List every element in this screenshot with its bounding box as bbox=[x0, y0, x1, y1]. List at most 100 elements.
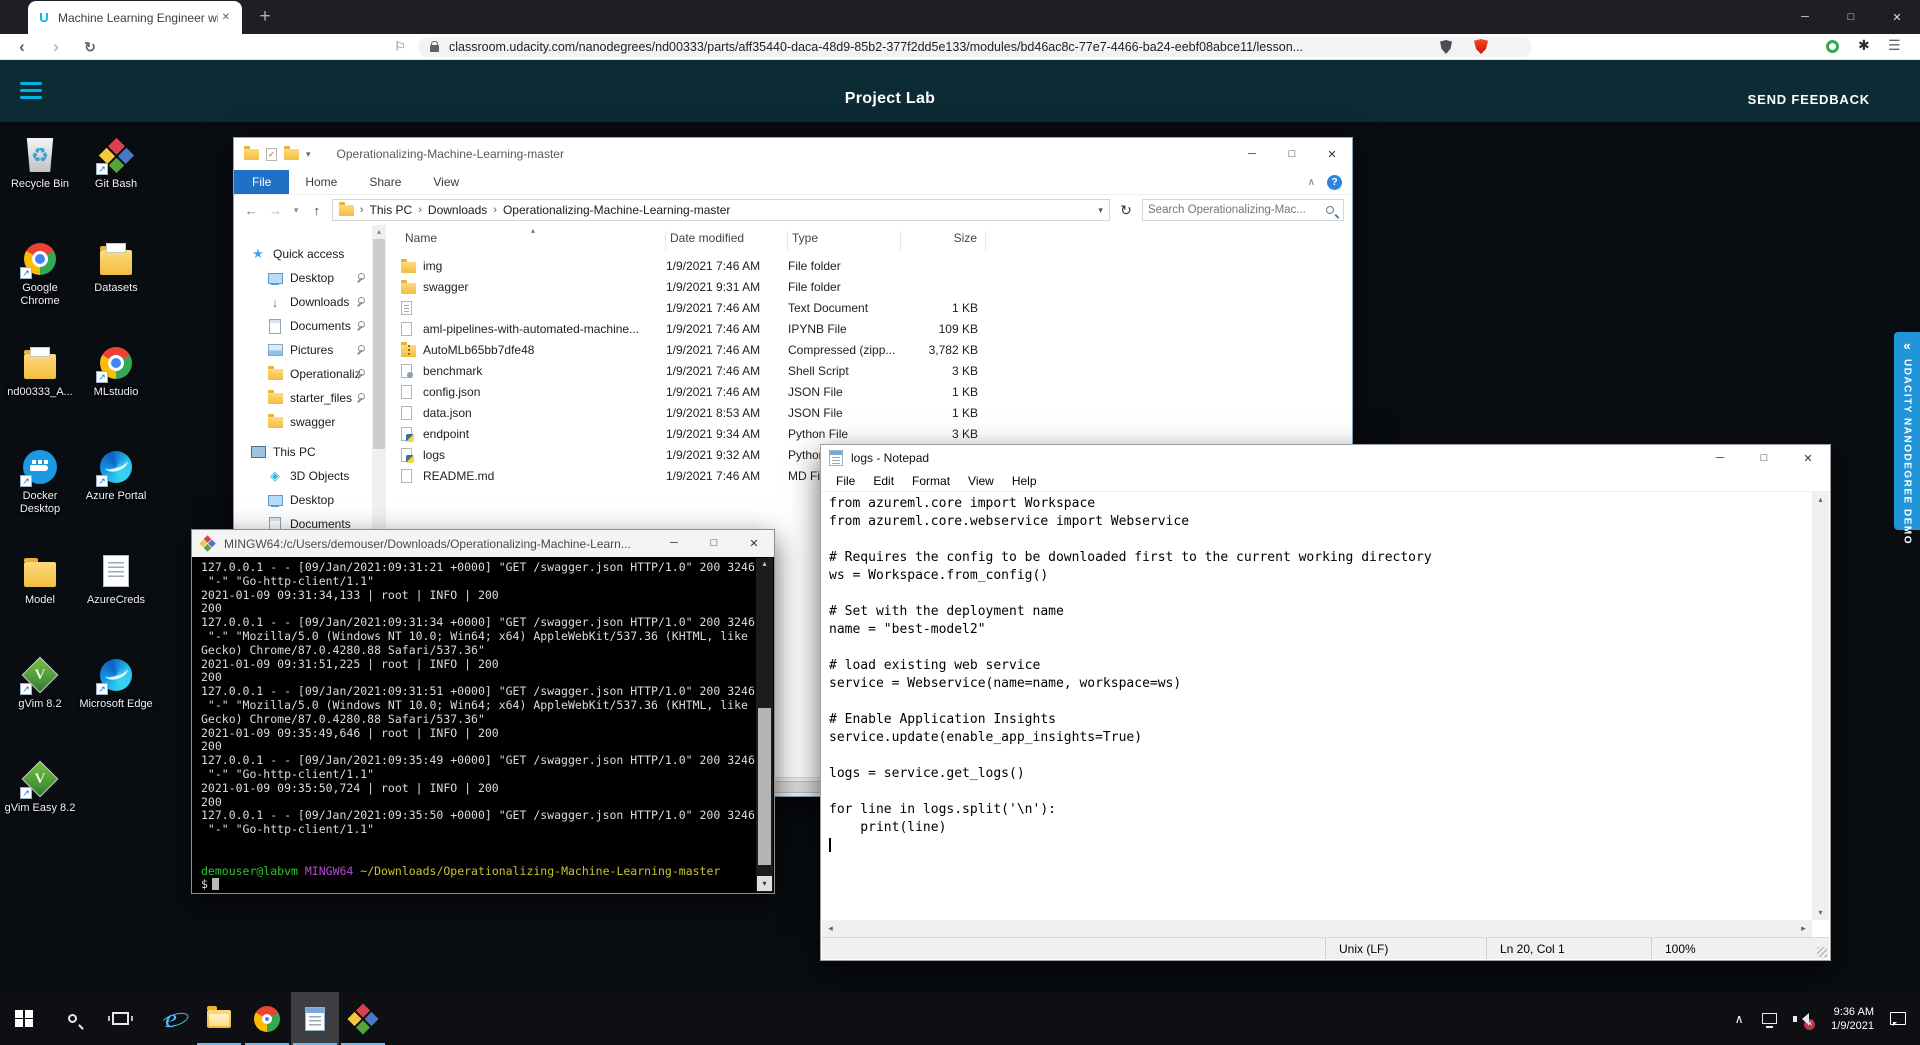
terminal-input-line[interactable]: $ bbox=[201, 877, 756, 891]
explorer-close-button[interactable]: ✕ bbox=[1312, 148, 1352, 161]
file-row-swagger[interactable]: swagger 1/9/2021 9:31 AM File folder bbox=[401, 276, 1352, 297]
menu-format[interactable]: Format bbox=[903, 474, 959, 488]
sidebar-item-documents[interactable]: Documents bbox=[234, 314, 372, 338]
menu-view[interactable]: View bbox=[959, 474, 1003, 488]
desktop-icon-gvim-easy[interactable]: V ↗ gVim Easy 8.2 bbox=[3, 759, 77, 815]
udacity-demo-side-tab[interactable]: « UDACITY NANODEGREE DEMO bbox=[1894, 332, 1920, 545]
properties-icon[interactable]: ✓ bbox=[266, 147, 277, 161]
browser-back-button[interactable]: ‹ bbox=[10, 34, 34, 60]
desktop-icon-azure-portal[interactable]: ↗ Azure Portal bbox=[79, 447, 153, 503]
browser-minimize-button[interactable]: ─ bbox=[1782, 0, 1828, 34]
column-header-type[interactable]: Type bbox=[788, 231, 901, 251]
file-row-text-document[interactable]: 1/9/2021 7:46 AM Text Document 1 KB bbox=[401, 297, 1352, 318]
scroll-up-icon[interactable]: ▴ bbox=[1812, 495, 1829, 504]
desktop-icon-datasets[interactable]: Datasets bbox=[79, 239, 153, 295]
taskbar-search-button[interactable] bbox=[48, 992, 96, 1045]
column-header-size[interactable]: Size bbox=[901, 231, 986, 251]
scroll-up-icon[interactable]: ▴ bbox=[372, 227, 386, 236]
explorer-minimize-button[interactable]: ─ bbox=[1232, 148, 1272, 161]
browser-menu-icon[interactable]: ☰ bbox=[1888, 37, 1901, 54]
taskbar-chrome[interactable] bbox=[243, 992, 291, 1045]
desktop-icon-nd00333[interactable]: nd00333_A... bbox=[3, 343, 77, 399]
search-box[interactable] bbox=[1142, 199, 1344, 221]
desktop-icon-gvim[interactable]: V ↗ gVim 8.2 bbox=[3, 655, 77, 711]
sidebar-item-downloads[interactable]: ↓ Downloads bbox=[234, 290, 372, 314]
taskbar-internet-explorer[interactable]: e bbox=[147, 992, 195, 1045]
desktop-icon-git-bash[interactable]: ↗ Git Bash bbox=[79, 135, 153, 191]
file-row-data-json[interactable]: data.json 1/9/2021 8:53 AM JSON File 1 KB bbox=[401, 402, 1352, 423]
file-row-benchmark[interactable]: benchmark 1/9/2021 7:46 AM Shell Script 3 K… bbox=[401, 360, 1352, 381]
explorer-maximize-button[interactable]: □ bbox=[1272, 148, 1312, 161]
ribbon-tab-home[interactable]: Home bbox=[289, 170, 353, 194]
taskbar-clock[interactable]: 9:36 AM 1/9/2021 bbox=[1831, 1005, 1874, 1033]
notepad-maximize-button[interactable]: □ bbox=[1742, 452, 1786, 465]
sidebar-item-this-pc[interactable]: This PC bbox=[234, 440, 372, 464]
new-folder-icon[interactable] bbox=[284, 145, 299, 160]
file-row-img[interactable]: img 1/9/2021 7:46 AM File folder bbox=[401, 255, 1352, 276]
desktop-icon-mlstudio[interactable]: ↗ MLstudio bbox=[79, 343, 153, 399]
tray-expand-icon[interactable]: ∧ bbox=[1724, 1012, 1754, 1026]
terminal-maximize-button[interactable]: □ bbox=[694, 537, 734, 550]
scrollbar-thumb[interactable] bbox=[373, 239, 385, 449]
volume-muted-icon[interactable]: ✕ bbox=[1793, 1011, 1816, 1030]
browser-tab[interactable]: U Machine Learning Engineer with ✕ bbox=[28, 1, 242, 34]
breadcrumb[interactable]: › This PC › Downloads › Operationalizing… bbox=[331, 199, 1110, 221]
breadcrumb-this-pc[interactable]: This PC bbox=[370, 203, 413, 217]
browser-close-button[interactable]: ✕ bbox=[1874, 0, 1920, 34]
notepad-title-bar[interactable]: logs - Notepad ─ □ ✕ bbox=[821, 445, 1830, 471]
sidebar-item-operationaliz[interactable]: Operationaliz bbox=[234, 362, 372, 386]
ribbon-tab-view[interactable]: View bbox=[417, 170, 475, 194]
resize-grip[interactable] bbox=[1817, 947, 1827, 957]
explorer-title-bar[interactable]: ✓ ▾ Operationalizing-Machine-Learning-ma… bbox=[234, 138, 1352, 170]
breadcrumb-downloads[interactable]: Downloads bbox=[428, 203, 487, 217]
action-center-icon[interactable] bbox=[1890, 1012, 1906, 1026]
qat-customize-icon[interactable]: ▾ bbox=[306, 149, 311, 160]
file-row-config-json[interactable]: config.json 1/9/2021 7:46 AM JSON File 1 KB bbox=[401, 381, 1352, 402]
notepad-minimize-button[interactable]: ─ bbox=[1698, 452, 1742, 465]
new-tab-button[interactable]: + bbox=[252, 4, 278, 30]
desktop-icon-docker-desktop[interactable]: ↗ Docker Desktop bbox=[3, 447, 77, 516]
sidebar-item-desktop2[interactable]: Desktop bbox=[234, 488, 372, 512]
menu-help[interactable]: Help bbox=[1003, 474, 1046, 488]
browser-maximize-button[interactable]: □ bbox=[1828, 0, 1874, 34]
scroll-left-icon[interactable]: ◂ bbox=[822, 920, 839, 937]
tab-close-icon[interactable]: ✕ bbox=[218, 10, 234, 25]
ribbon-tab-share[interactable]: Share bbox=[353, 170, 417, 194]
desktop-icon-azurecreds[interactable]: AzureCreds bbox=[79, 551, 153, 607]
taskbar-notepad[interactable] bbox=[291, 992, 339, 1045]
notepad-close-button[interactable]: ✕ bbox=[1786, 452, 1830, 465]
search-input[interactable] bbox=[1148, 204, 1326, 216]
scroll-up-icon[interactable]: ▴ bbox=[756, 559, 773, 568]
send-feedback-button[interactable]: SEND FEEDBACK bbox=[1748, 92, 1870, 107]
explorer-up-button[interactable]: ↑ bbox=[308, 203, 326, 218]
column-header-date[interactable]: Date modified bbox=[666, 231, 788, 251]
address-dropdown-icon[interactable]: ▾ bbox=[1098, 205, 1103, 216]
terminal-close-button[interactable]: ✕ bbox=[734, 537, 774, 550]
notepad-vertical-scrollbar[interactable]: ▴ ▾ bbox=[1812, 492, 1829, 920]
start-button[interactable] bbox=[0, 992, 48, 1045]
desktop-icon-microsoft-edge[interactable]: ↗ Microsoft Edge bbox=[79, 655, 153, 711]
taskbar-file-explorer[interactable] bbox=[195, 992, 243, 1045]
history-dropdown-icon[interactable]: ▾ bbox=[291, 205, 302, 216]
hamburger-menu-icon[interactable] bbox=[20, 82, 42, 99]
file-row-aml-pipelines[interactable]: aml-pipelines-with-automated-machine... 1… bbox=[401, 318, 1352, 339]
task-view-button[interactable] bbox=[96, 992, 144, 1045]
terminal-output[interactable]: 127.0.0.1 - - [09/Jan/2021:09:31:21 +000… bbox=[193, 558, 756, 892]
sidebar-item-swagger[interactable]: swagger bbox=[234, 410, 372, 434]
browser-reload-button[interactable]: ↻ bbox=[78, 34, 102, 60]
scroll-right-icon[interactable]: ▸ bbox=[1795, 920, 1812, 937]
menu-file[interactable]: File bbox=[827, 474, 864, 488]
scrollbar-thumb[interactable] bbox=[758, 708, 771, 866]
address-bar[interactable]: classroom.udacity.com/nanodegrees/nd0033… bbox=[418, 37, 1532, 57]
file-row-endpoint[interactable]: endpoint 1/9/2021 9:34 AM Python File 3 KB bbox=[401, 423, 1352, 444]
taskbar-git-bash[interactable] bbox=[339, 992, 387, 1045]
network-icon[interactable] bbox=[1762, 1013, 1778, 1028]
sidebar-item-3d-objects[interactable]: ◈ 3D Objects bbox=[234, 464, 372, 488]
desktop-icon-google-chrome[interactable]: ↗ Google Chrome bbox=[3, 239, 77, 308]
scroll-down-icon[interactable]: ▾ bbox=[757, 876, 772, 891]
sidebar-item-pictures[interactable]: Pictures bbox=[234, 338, 372, 362]
desktop-icon-model[interactable]: Model bbox=[3, 551, 77, 607]
notepad-horizontal-scrollbar[interactable]: ◂ ▸ bbox=[822, 920, 1812, 937]
scroll-down-icon[interactable]: ▾ bbox=[1812, 908, 1829, 917]
file-row-automl-zip[interactable]: AutoMLb65bb7dfe48 1/9/2021 7:46 AM Compres… bbox=[401, 339, 1352, 360]
